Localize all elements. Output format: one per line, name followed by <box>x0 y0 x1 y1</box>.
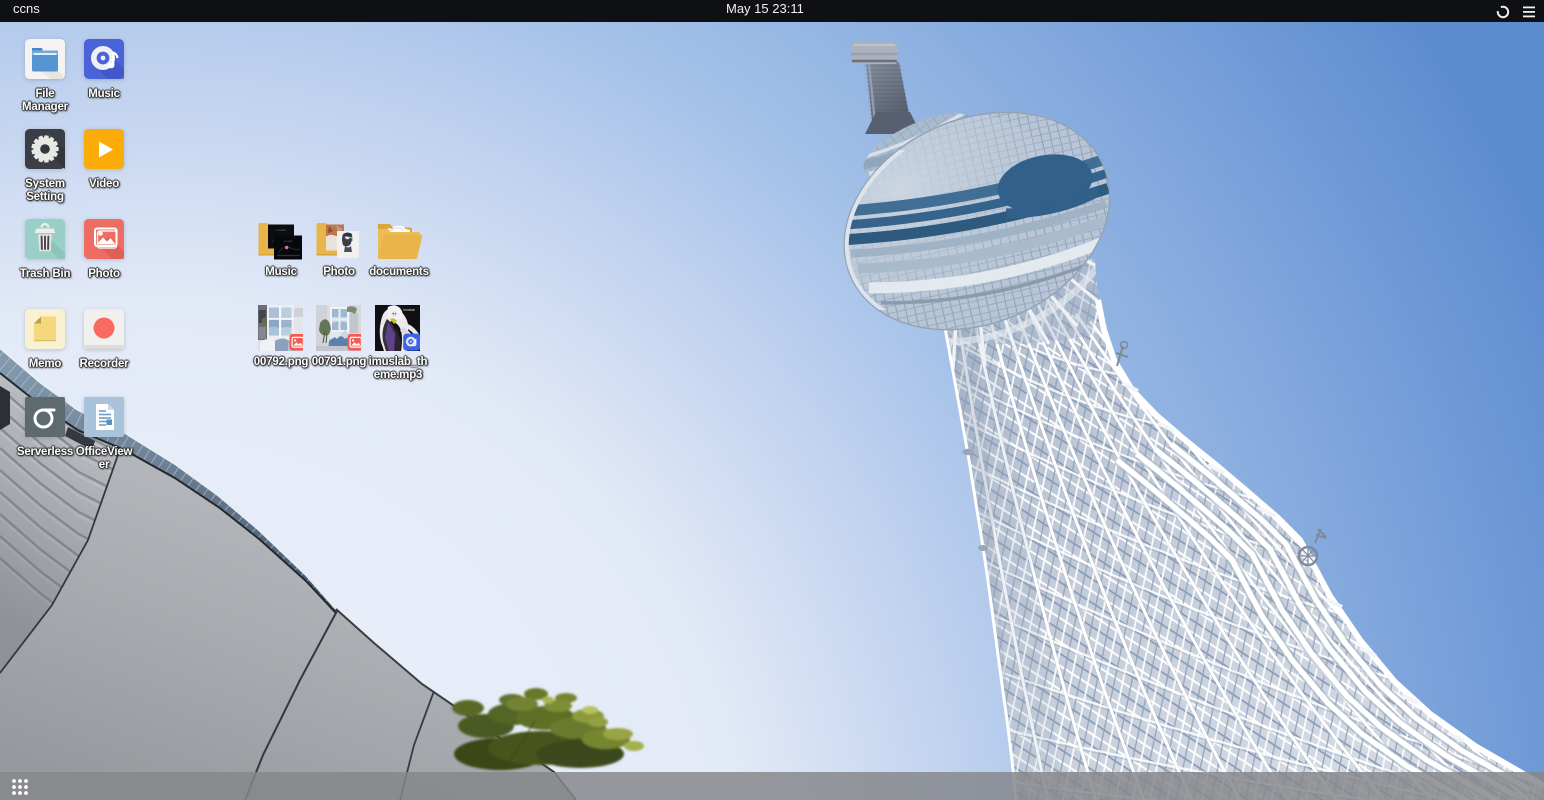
svg-text:imuslab: imuslab <box>277 228 286 232</box>
svg-text:imuslab: imuslab <box>403 308 415 312</box>
svg-text:imuslab: imuslab <box>284 240 293 243</box>
